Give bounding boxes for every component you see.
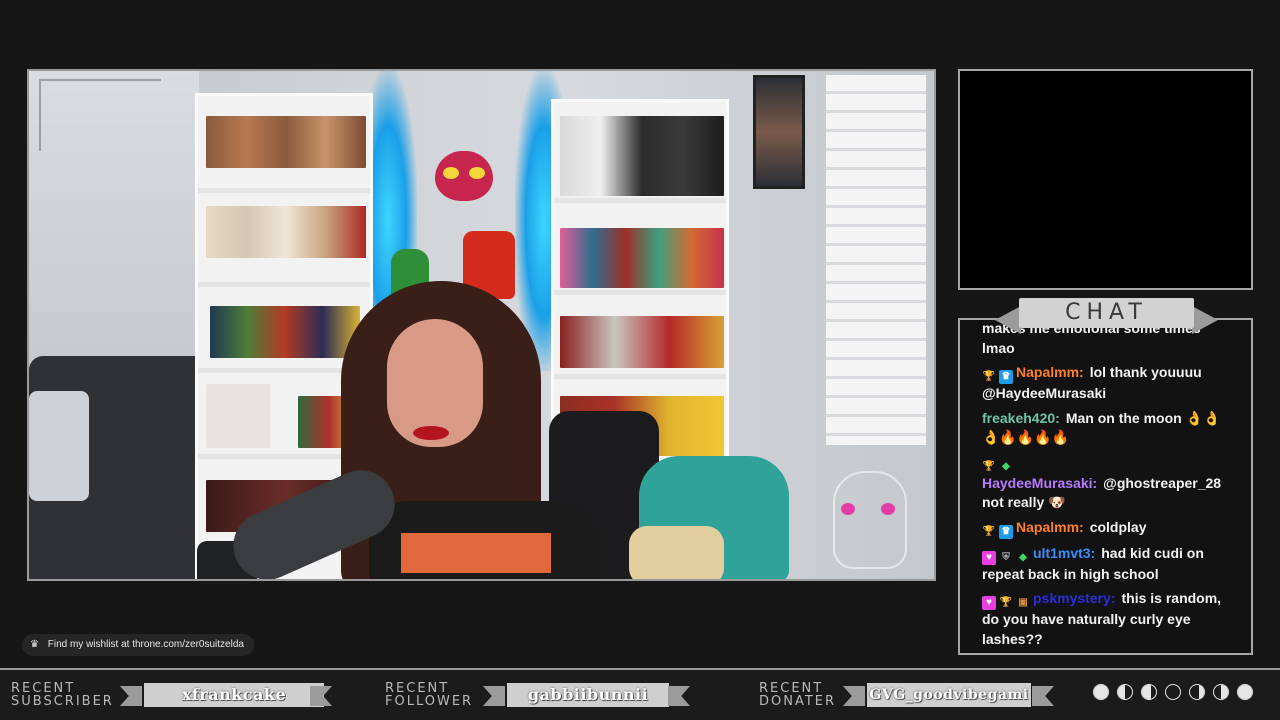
moon-phase-icon bbox=[1213, 684, 1229, 700]
moon-phase-icon bbox=[1189, 684, 1205, 700]
chat-message: ♥ ⛨ ◆ ult1mvt3: had kid cudi on repeat back … bbox=[982, 544, 1229, 585]
chat-username[interactable]: freakeh420: bbox=[982, 410, 1060, 426]
chat-username[interactable]: Napalmm: bbox=[1016, 364, 1084, 380]
shield-icon: ⛨ bbox=[1002, 551, 1010, 563]
crown-icon: ♛ bbox=[999, 370, 1013, 384]
chat-message-text: lol thank youuuu @HaydeeMurasaki bbox=[982, 364, 1202, 401]
moon-phase-icon bbox=[1165, 684, 1181, 700]
chat-message: ♥ 🏆 ▣ pskmystery: this is random, do you hav… bbox=[982, 589, 1229, 649]
recent-follower-name: gabbiibunnii bbox=[507, 683, 669, 707]
recent-donater-name: GVG_goodvibegami bbox=[867, 683, 1031, 707]
window-blinds bbox=[826, 75, 926, 445]
wall-poster bbox=[753, 75, 805, 189]
moon-phase-icon bbox=[1237, 684, 1253, 700]
recent-events-bar: RECENT SUBSCRIBER xfrankcake RECENT FOLLOW… bbox=[0, 668, 1280, 720]
moon-phase-icon bbox=[1117, 684, 1133, 700]
trophy-icon: 🏆 bbox=[982, 525, 996, 537]
box-icon: ▣ bbox=[1018, 597, 1028, 608]
moon-phase-icon bbox=[1141, 684, 1157, 700]
moon-phase-icon bbox=[1093, 684, 1109, 700]
chat-message: freakeh420: Man on the moon 👌👌👌🔥🔥🔥🔥 bbox=[982, 409, 1229, 448]
chat-panel: makes me emotional some times lmao 🏆 ♛ Napa… bbox=[958, 318, 1253, 655]
chat-username[interactable]: Napalmm: bbox=[1016, 519, 1084, 535]
trophy-icon: 🏆 bbox=[999, 597, 1013, 608]
empty-overlay-panel bbox=[958, 69, 1253, 290]
corner-ornament bbox=[39, 79, 161, 151]
recent-donater-label: RECENT DONATER bbox=[759, 681, 837, 709]
chat-username[interactable]: ult1mvt3: bbox=[1033, 545, 1095, 561]
skull-logo-icon bbox=[833, 471, 907, 569]
recent-subscriber-label: RECENT SUBSCRIBER bbox=[11, 681, 114, 709]
blanket bbox=[29, 391, 89, 501]
gem-icon: ◆ bbox=[1002, 460, 1010, 472]
trophy-icon: 🏆 bbox=[982, 371, 996, 382]
chat-message: 🏆 ◆HaydeeMurasaki: @ghostreaper_28 not rea… bbox=[982, 453, 1229, 513]
webcam-feed bbox=[27, 69, 936, 581]
chat-message-list: makes me emotional some times lmao 🏆 ♛ Napa… bbox=[960, 320, 1251, 649]
crown-icon: ♛ bbox=[999, 524, 1013, 539]
chat-username[interactable]: HaydeeMurasaki: bbox=[982, 475, 1097, 491]
chat-message: 🏆 ♛ Napalmm: lol thank youuuu @HaydeeMurasa… bbox=[982, 363, 1229, 404]
chat-message: 🏆 ♛ Napalmm: coldplay bbox=[982, 518, 1229, 539]
trophy-icon: 🏆 bbox=[982, 460, 996, 472]
recent-follower-label: RECENT FOLLOWER bbox=[385, 681, 474, 709]
chat-message-text: coldplay bbox=[1089, 518, 1147, 535]
recent-subscriber-name: xfrankcake bbox=[144, 683, 324, 707]
chat-username[interactable]: pskmystery: bbox=[1033, 590, 1116, 606]
heart-icon: ♥ bbox=[982, 550, 996, 565]
crown-icon: ♛ bbox=[30, 639, 39, 650]
chat-title: CHAT bbox=[1019, 298, 1194, 328]
wishlist-text: Find my wishlist at throne.com/zer0suitz… bbox=[47, 639, 244, 650]
wishlist-link[interactable]: ♛ Find my wishlist at throne.com/zer0sui… bbox=[22, 634, 254, 656]
heart-icon: ♥ bbox=[982, 596, 996, 610]
gem-icon: ◆ bbox=[1019, 551, 1027, 563]
moon-phases-decor bbox=[1093, 684, 1253, 700]
